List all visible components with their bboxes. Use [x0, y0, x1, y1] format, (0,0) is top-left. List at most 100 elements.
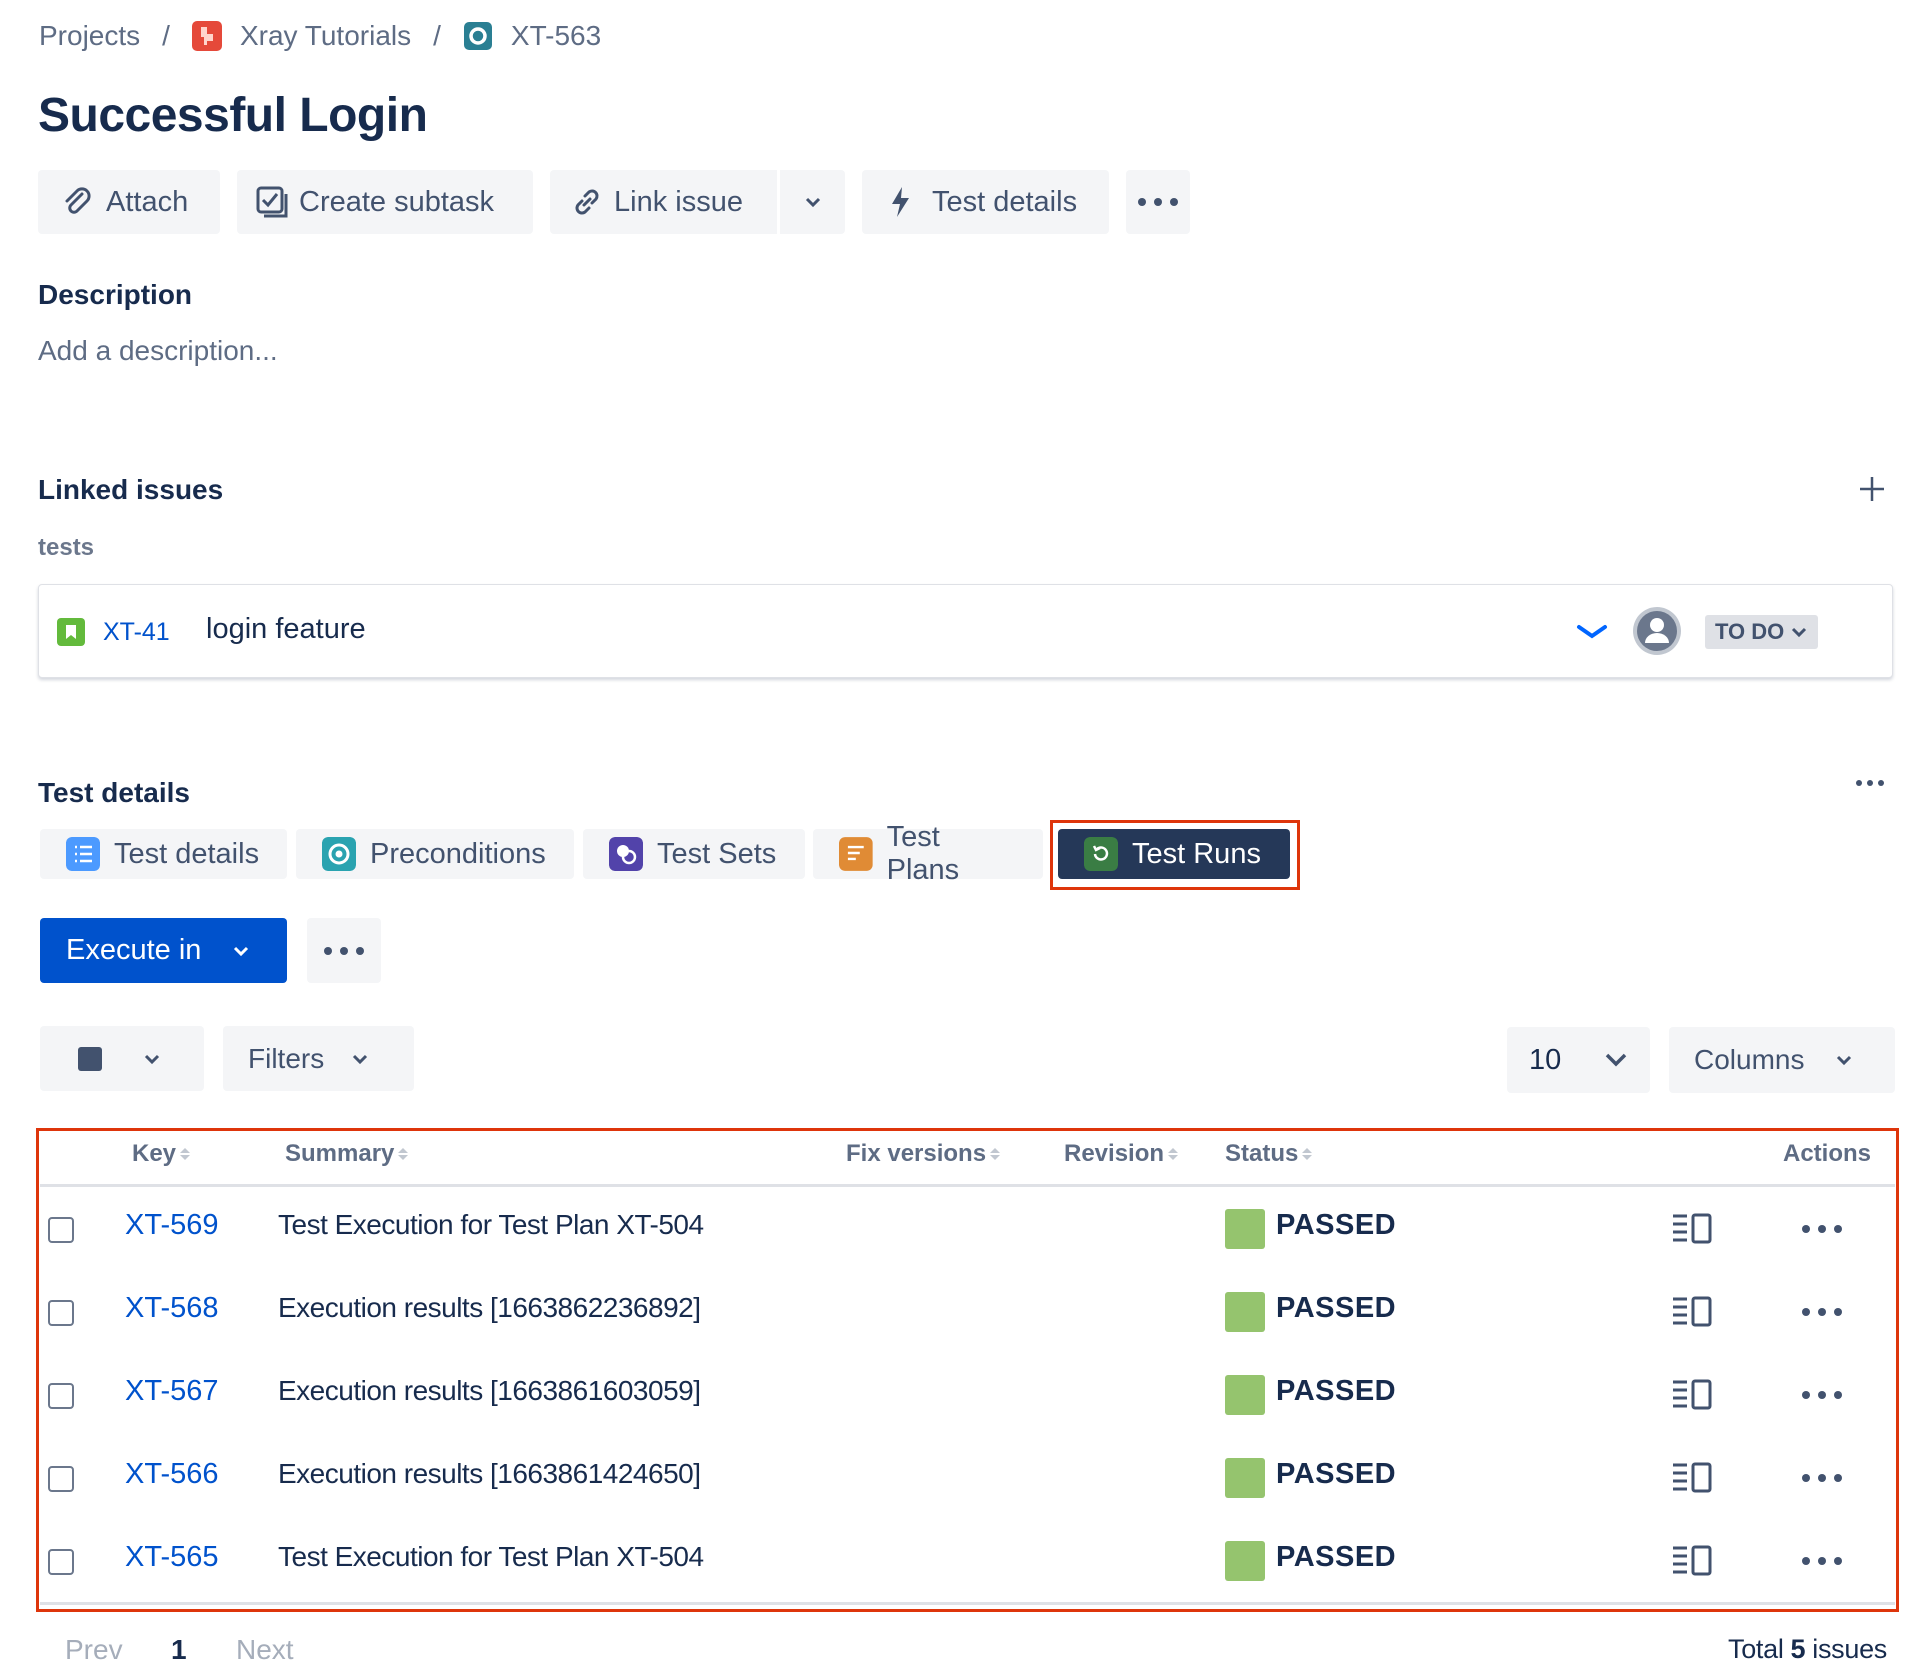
column-header-key[interactable]: Key	[132, 1140, 191, 1168]
execution-details-icon[interactable]	[1670, 1543, 1714, 1579]
row-key-link[interactable]: XT-566	[125, 1458, 219, 1491]
row-actions-menu[interactable]	[1794, 1294, 1850, 1330]
row-actions-menu[interactable]	[1794, 1377, 1850, 1413]
page-size-value: 10	[1529, 1043, 1562, 1076]
columns-label: Columns	[1694, 1044, 1805, 1075]
description-title: Description	[38, 279, 193, 310]
breadcrumb-project[interactable]: Xray Tutorials	[191, 20, 412, 52]
avatar[interactable]	[1631, 605, 1683, 657]
column-header-status[interactable]: Status	[1225, 1140, 1313, 1168]
table-row: XT-567 Execution results [1663861603059]…	[38, 1355, 1893, 1438]
execution-details-icon[interactable]	[1670, 1294, 1714, 1330]
page-size-select[interactable]: 10	[1507, 1027, 1650, 1093]
paperclip-icon	[65, 187, 91, 214]
sort-icon	[990, 1148, 1001, 1160]
column-header-label: Fix versions	[846, 1140, 987, 1167]
row-key-link[interactable]: XT-569	[125, 1209, 219, 1242]
row-checkbox[interactable]	[48, 1549, 74, 1575]
breadcrumb-projects[interactable]: Projects	[39, 20, 140, 52]
link-issue-dropdown[interactable]	[780, 170, 845, 234]
row-checkbox[interactable]	[48, 1217, 74, 1243]
table-row: XT-568 Execution results [1663862236892]…	[38, 1272, 1893, 1355]
tab-label: Test details	[114, 837, 260, 870]
column-header-fix-versions[interactable]: Fix versions	[846, 1140, 1001, 1168]
description-placeholder[interactable]: Add a description...	[38, 335, 278, 367]
row-checkbox[interactable]	[48, 1383, 74, 1409]
linked-issue-card[interactable]: XT-41 login feature TO DO	[38, 584, 1893, 678]
link-issue-label: Link issue	[614, 185, 743, 218]
attach-button[interactable]: Attach	[38, 170, 220, 234]
columns-button[interactable]: Columns	[1669, 1027, 1895, 1093]
precondition-icon	[322, 837, 356, 871]
test-details-button[interactable]: Test details	[862, 170, 1109, 234]
row-actions-menu[interactable]	[1794, 1543, 1850, 1579]
create-subtask-button[interactable]: Create subtask	[237, 170, 533, 234]
status-color-swatch	[1225, 1292, 1265, 1332]
project-avatar-icon	[191, 21, 222, 51]
bulk-select-dropdown[interactable]	[40, 1026, 204, 1091]
linked-issue-summary[interactable]: login feature	[206, 613, 366, 646]
page-title[interactable]: Successful Login	[38, 88, 428, 143]
tab-test-plans[interactable]: Test Plans	[813, 821, 1043, 886]
sort-icon	[180, 1148, 191, 1160]
total-issues: Total 5 issues	[1728, 1634, 1887, 1665]
row-summary: Execution results [1663862236892]	[278, 1292, 701, 1323]
column-header-label: Key	[132, 1140, 177, 1167]
filters-label: Filters	[248, 1042, 325, 1074]
status-color-swatch	[1225, 1209, 1265, 1249]
tab-test-details[interactable]: Test details	[40, 829, 287, 879]
next-page-button[interactable]: Next	[236, 1634, 294, 1666]
execute-in-button[interactable]: Execute in	[40, 918, 287, 983]
tab-preconditions[interactable]: Preconditions	[296, 829, 574, 879]
story-icon	[57, 618, 85, 646]
prev-page-button[interactable]: Prev	[65, 1634, 123, 1666]
column-header-label: Revision	[1064, 1140, 1165, 1167]
table-row: XT-566 Execution results [1663861424650]…	[38, 1438, 1893, 1521]
table-bottom-divider	[40, 1602, 1895, 1605]
row-actions-menu[interactable]	[1794, 1460, 1850, 1496]
execute-more-button[interactable]	[307, 918, 381, 983]
priority-low-icon	[1577, 625, 1607, 639]
row-actions-menu[interactable]	[1794, 1211, 1850, 1247]
status-dropdown[interactable]: TO DO	[1705, 615, 1819, 649]
row-status: PASSED	[1276, 1292, 1397, 1324]
current-page[interactable]: 1	[171, 1634, 187, 1666]
test-issue-type-icon	[463, 22, 492, 50]
row-summary: Execution results [1663861424650]	[278, 1458, 701, 1489]
test-plan-icon	[839, 837, 873, 871]
tab-label: Test Plans	[886, 821, 960, 886]
filters-button[interactable]: Filters	[223, 1026, 414, 1091]
list-icon	[66, 837, 100, 871]
execution-details-icon[interactable]	[1670, 1377, 1714, 1413]
column-header-summary[interactable]: Summary	[285, 1140, 409, 1168]
row-checkbox[interactable]	[48, 1466, 74, 1492]
row-checkbox[interactable]	[48, 1300, 74, 1326]
more-icon	[1138, 198, 1178, 206]
breadcrumb: Projects / Xray Tutorials / XT-563	[39, 18, 601, 54]
test-details-label: Test details	[932, 185, 1078, 218]
link-icon	[575, 189, 599, 215]
status-color-swatch	[1225, 1375, 1265, 1415]
link-issue-button[interactable]: Link issue	[550, 170, 777, 234]
column-header-actions: Actions	[1783, 1140, 1871, 1168]
chevron-down-icon	[1792, 627, 1807, 638]
status-label: TO DO	[1715, 619, 1785, 644]
column-header-revision[interactable]: Revision	[1064, 1140, 1179, 1168]
linked-issue-key[interactable]: XT-41	[103, 618, 170, 647]
tab-test-sets[interactable]: Test Sets	[583, 829, 805, 879]
tab-label: Test Sets	[657, 837, 777, 870]
row-key-link[interactable]: XT-568	[125, 1292, 219, 1325]
execution-details-icon[interactable]	[1670, 1460, 1714, 1496]
execute-in-label: Execute in	[66, 934, 202, 966]
sort-icon	[398, 1148, 409, 1160]
row-key-link[interactable]: XT-565	[125, 1541, 219, 1574]
more-actions-button[interactable]	[1126, 170, 1190, 234]
status-color-swatch	[1225, 1541, 1265, 1581]
breadcrumb-issue[interactable]: XT-563	[463, 20, 601, 52]
breadcrumb-project-label: Xray Tutorials	[239, 20, 412, 51]
execution-details-icon[interactable]	[1670, 1211, 1714, 1247]
add-link-icon[interactable]	[1858, 475, 1886, 503]
section-more-icon[interactable]	[1856, 780, 1884, 786]
total-count: 5	[1790, 1634, 1806, 1664]
row-key-link[interactable]: XT-567	[125, 1375, 219, 1408]
